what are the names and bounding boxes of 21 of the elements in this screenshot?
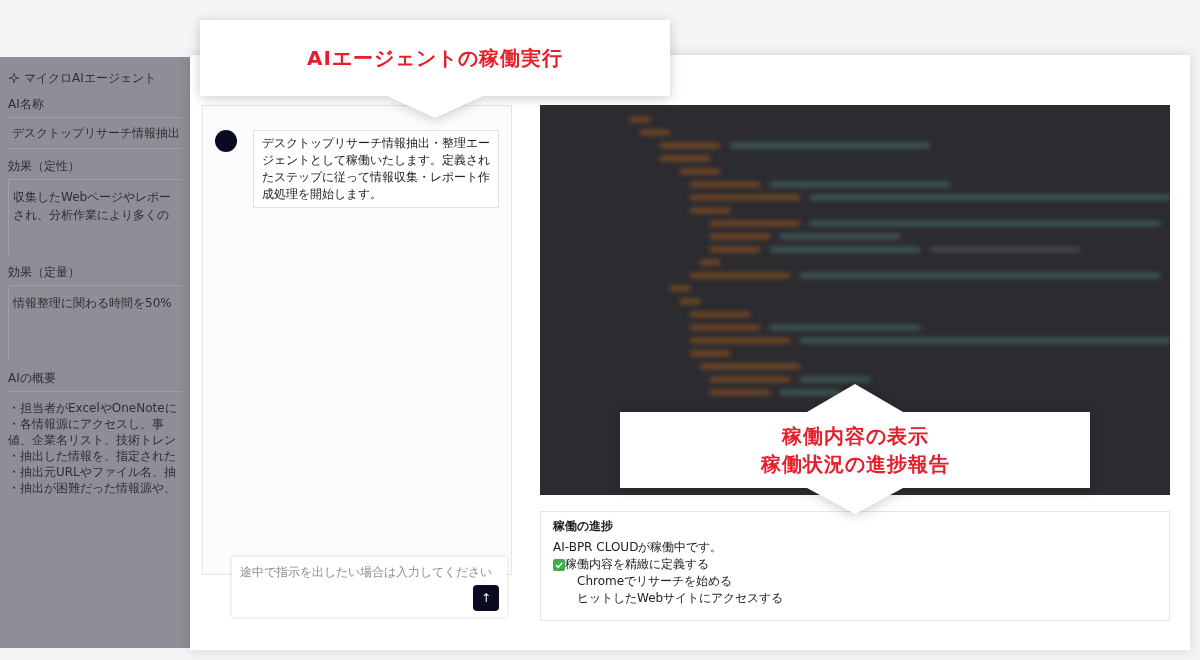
progress-title: 稼働の進捗	[553, 518, 614, 535]
step-text: 稼働内容を精緻に定義する	[565, 556, 709, 573]
callout: 稼働内容の表示 稼働状況の進捗報告	[620, 412, 1090, 488]
field-label: 効果（定性）	[8, 158, 81, 175]
step-text: ヒットしたWebサイトにアクセスする	[577, 590, 784, 607]
send-button[interactable]: ↑	[473, 585, 499, 611]
status-text: AI-BPR CLOUDが稼働中です。	[553, 539, 724, 556]
text-field[interactable]: デスクトップリサーチ情報抽出	[8, 117, 182, 149]
input-placeholder: 途中で指示を出したい場合は入力してください	[240, 564, 493, 581]
avatar-icon	[215, 130, 237, 152]
field-label: 効果（定量）	[8, 264, 81, 281]
text-area[interactable]: 情報整理に関わる時間を50%	[8, 285, 182, 361]
summary-text: ・担当者がExcelやOneNoteに ・各情報源にアクセスし、事 値、企業名リスト、技術トレン ・抽出した情報を、指定された ・抽出元URLやファイル名、抽 ・抽出が困難だった情報源や、	[8, 391, 182, 496]
sparkle-icon	[8, 72, 20, 84]
field-label: AI名称	[8, 96, 45, 113]
step-text: Chromeでリサーチを始める	[577, 573, 733, 590]
message-input[interactable]: 途中で指示を出したい場合は入力してください ↑	[232, 557, 507, 617]
panel-title: マイクロAIエージェント	[24, 70, 156, 87]
text-area[interactable]: 収集したWebページやレポー され、分析作業により多くの	[8, 179, 182, 255]
chat-message: デスクトップリサーチ情報抽出・整理エージェントとして稼働いたします。定義されたステップに従って情報収集・レポート作成処理を開始します。	[253, 130, 499, 208]
field-label: AIの概要	[8, 370, 57, 387]
